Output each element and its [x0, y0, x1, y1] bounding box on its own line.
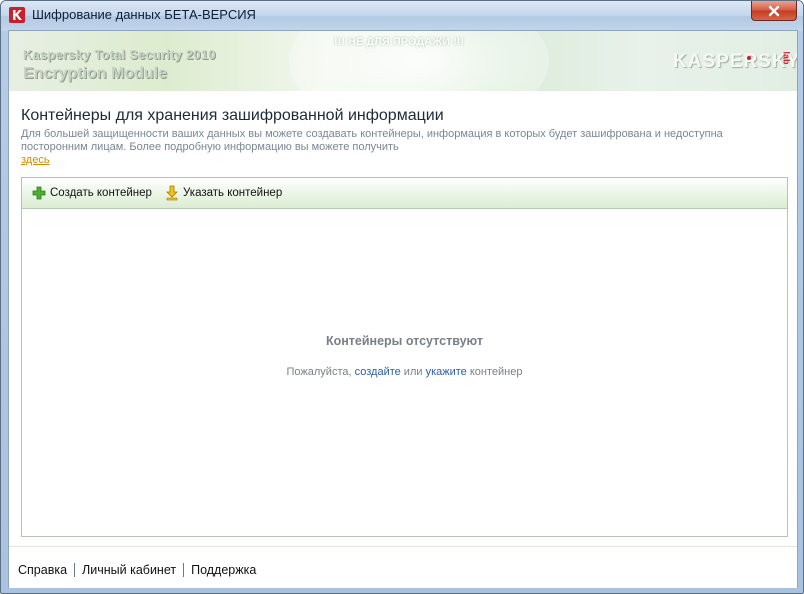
footer-links: Справка Личный кабинет Поддержка: [18, 563, 256, 577]
footer-divider: [183, 563, 185, 577]
create-link[interactable]: создайте: [355, 366, 401, 378]
logo-lab: lab: [781, 51, 792, 65]
empty-state-or: или: [400, 366, 426, 378]
logo-dot-icon: [747, 56, 751, 60]
not-for-sale-notice: !!! НЕ ДЛЯ ПРОДАЖИ !!!: [334, 36, 465, 48]
account-link[interactable]: Личный кабинет: [82, 563, 176, 577]
product-name: Kaspersky Total Security 2010: [23, 47, 216, 62]
help-link[interactable]: Справка: [18, 563, 67, 577]
client-area: Kaspersky Total Security 2010 Encryption…: [8, 30, 798, 588]
create-container-button[interactable]: Создать контейнер: [32, 185, 152, 201]
containers-toolbar: Создать контейнер Указать контейнер: [22, 178, 787, 209]
empty-state-prefix: Пожалуйста,: [286, 366, 355, 378]
empty-state-title: Контейнеры отсутствуют: [325, 334, 484, 348]
specify-link[interactable]: укажите: [426, 366, 467, 378]
title-bar[interactable]: Шифрование данных БЕТА-ВЕРСИЯ: [1, 1, 803, 31]
plus-icon: [32, 186, 46, 200]
page-description: Для большей защищенности ваших данных вы…: [21, 128, 723, 153]
create-container-label: Создать контейнер: [50, 187, 152, 199]
window-title: Шифрование данных БЕТА-ВЕРСИЯ: [32, 7, 256, 22]
close-button[interactable]: [751, 1, 797, 21]
support-link[interactable]: Поддержка: [191, 563, 256, 577]
arrow-down-icon: [166, 185, 178, 201]
app-window: Шифрование данных БЕТА-ВЕРСИЯ Kaspersky …: [0, 0, 804, 594]
footer-divider: [74, 563, 76, 577]
module-name: Encryption Module: [23, 65, 167, 82]
footer-bar: Справка Личный кабинет Поддержка: [9, 546, 797, 588]
kaspersky-logo: KASPERSKY: [673, 51, 797, 72]
specify-container-label: Указать контейнер: [183, 187, 283, 199]
more-info-link[interactable]: здесь: [21, 154, 50, 166]
product-banner: Kaspersky Total Security 2010 Encryption…: [9, 31, 797, 91]
empty-state-hint: Пожалуйста, создайте или укажите контейн…: [22, 366, 787, 378]
page-title: Контейнеры для хранения зашифрованной ин…: [21, 107, 444, 124]
kaspersky-app-icon: [9, 7, 25, 23]
specify-container-button[interactable]: Указать контейнер: [165, 185, 282, 201]
empty-state-suffix: контейнер: [466, 366, 523, 378]
close-icon: [768, 5, 780, 16]
containers-panel: Создать контейнер Указать контейнер Конт…: [21, 177, 788, 537]
